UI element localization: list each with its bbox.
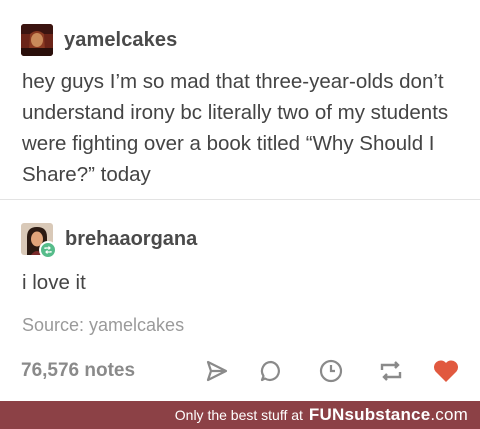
notes-count[interactable]: 76,576 notes [21,360,135,382]
brand-fun: FUN [308,405,345,424]
avatar[interactable] [21,24,53,56]
reply-icon[interactable] [256,356,286,386]
reblog-avatar-container[interactable] [21,223,57,259]
tumblr-post: yamelcakes hey guys I’m so mad that thre… [0,0,480,429]
brand-tld: .com [430,405,468,424]
avatar-image [21,24,53,56]
post-footer: 76,576 notes [0,352,480,388]
banner-brand: FUNsubstance.com [309,405,468,425]
post-header: yamelcakes [21,24,177,56]
divider [0,199,480,200]
watermark-banner: Only the best stuff at FUNsubstance.com [0,401,480,429]
source-link[interactable]: Source: yamelcakes [22,315,184,336]
reblog-username[interactable]: brehaaorgana [65,228,197,251]
post-text: hey guys I’m so mad that three-year-olds… [22,70,449,186]
share-icon[interactable] [202,356,232,386]
reblog-badge-icon [39,241,57,259]
brand-substance: substance [344,405,431,424]
reblog-icon[interactable] [376,356,406,386]
heart-icon[interactable] [431,356,461,386]
banner-text: Only the best stuff at [174,407,303,423]
reblog-text: i love it [22,271,86,294]
clock-icon[interactable] [316,356,346,386]
reblog-header: brehaaorgana [21,223,197,259]
post-username[interactable]: yamelcakes [64,29,177,52]
